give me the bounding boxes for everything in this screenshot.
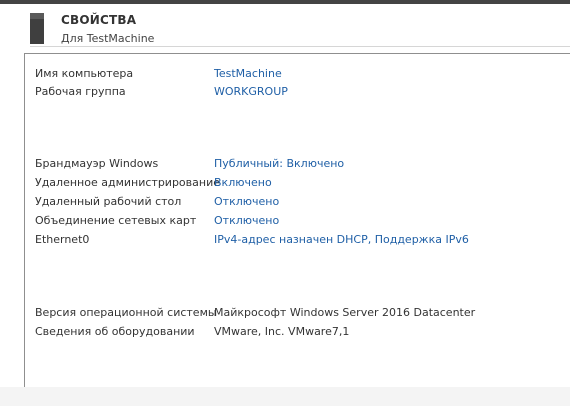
property-label: Имя компьютера bbox=[35, 67, 134, 80]
page-subtitle: Для TestMachine bbox=[61, 32, 155, 45]
properties-panel: Имя компьютера TestMachine Рабочая групп… bbox=[24, 53, 570, 388]
header-divider bbox=[30, 46, 570, 47]
os-version-value: Майкрософт Windows Server 2016 Datacente… bbox=[214, 306, 476, 319]
hardware-value: VMware, Inc. VMware7,1 bbox=[214, 325, 350, 338]
property-label: Брандмауэр Windows bbox=[35, 157, 159, 170]
workgroup-link[interactable]: WORKGROUP bbox=[214, 84, 288, 100]
top-bar bbox=[0, 0, 570, 4]
property-label: Удаленное администрирование bbox=[35, 176, 220, 189]
ethernet-link[interactable]: IPv4-адрес назначен DHCP, Поддержка IPv6 bbox=[214, 232, 469, 248]
property-label: Объединение сетевых карт bbox=[35, 214, 197, 227]
firewall-link[interactable]: Публичный: Включено bbox=[214, 156, 344, 172]
property-label: Сведения об оборудовании bbox=[35, 325, 195, 338]
remote-desktop-link[interactable]: Отключено bbox=[214, 194, 279, 210]
page-title: СВОЙСТВА bbox=[61, 13, 137, 27]
remote-management-link[interactable]: Включено bbox=[214, 175, 272, 191]
bottom-strip bbox=[0, 387, 570, 406]
computer-name-link[interactable]: TestMachine bbox=[214, 66, 282, 82]
property-label: Ethernet0 bbox=[35, 233, 90, 246]
property-label: Рабочая группа bbox=[35, 85, 126, 98]
server-icon bbox=[30, 13, 44, 44]
property-label: Версия операционной системы bbox=[35, 306, 217, 319]
nic-teaming-link[interactable]: Отключено bbox=[214, 213, 279, 229]
property-label: Удаленный рабочий стол bbox=[35, 195, 182, 208]
